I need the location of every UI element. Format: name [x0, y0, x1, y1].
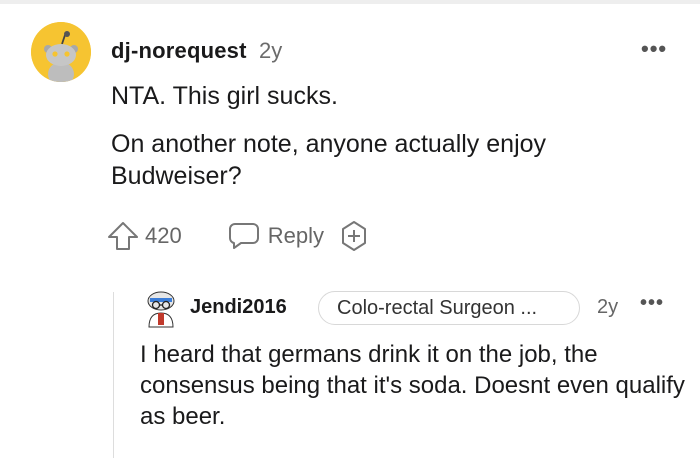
reply-more-options-icon[interactable]: •••	[640, 292, 664, 315]
reply-user-avatar[interactable]	[144, 289, 178, 329]
user-flair-badge: Colo-rectal Surgeon ...	[318, 291, 580, 325]
comment-body-line-2: On another note, anyone actually enjoy B…	[111, 130, 547, 190]
comment-username[interactable]: dj-norequest	[111, 38, 247, 64]
thread-line[interactable]	[113, 292, 114, 458]
reply-button[interactable]: Reply	[228, 221, 324, 251]
snoo-surgeon-avatar-icon	[147, 291, 175, 328]
comment-body-line-1: NTA. This girl sucks.	[111, 82, 338, 110]
top-divider	[0, 0, 700, 4]
snoo-avatar-icon	[31, 22, 91, 82]
award-plus-icon	[341, 221, 366, 251]
user-avatar[interactable]	[31, 22, 91, 82]
comment-actions: 420 Reply	[107, 219, 370, 253]
upvote-count: 420	[145, 223, 182, 248]
upvote-arrow-icon	[108, 222, 138, 250]
reply-body: I heard that germans drink it on the job…	[140, 341, 685, 430]
award-button[interactable]	[338, 220, 370, 252]
upvote-button[interactable]: 420	[107, 221, 182, 251]
reply-username[interactable]: Jendi2016	[190, 296, 287, 319]
speech-bubble-icon	[228, 223, 259, 249]
reply-timestamp: 2y	[597, 296, 619, 318]
comment-more-options-icon[interactable]: •••	[641, 36, 667, 62]
reply-label: Reply	[267, 223, 324, 248]
comment-timestamp: 2y	[259, 38, 283, 63]
